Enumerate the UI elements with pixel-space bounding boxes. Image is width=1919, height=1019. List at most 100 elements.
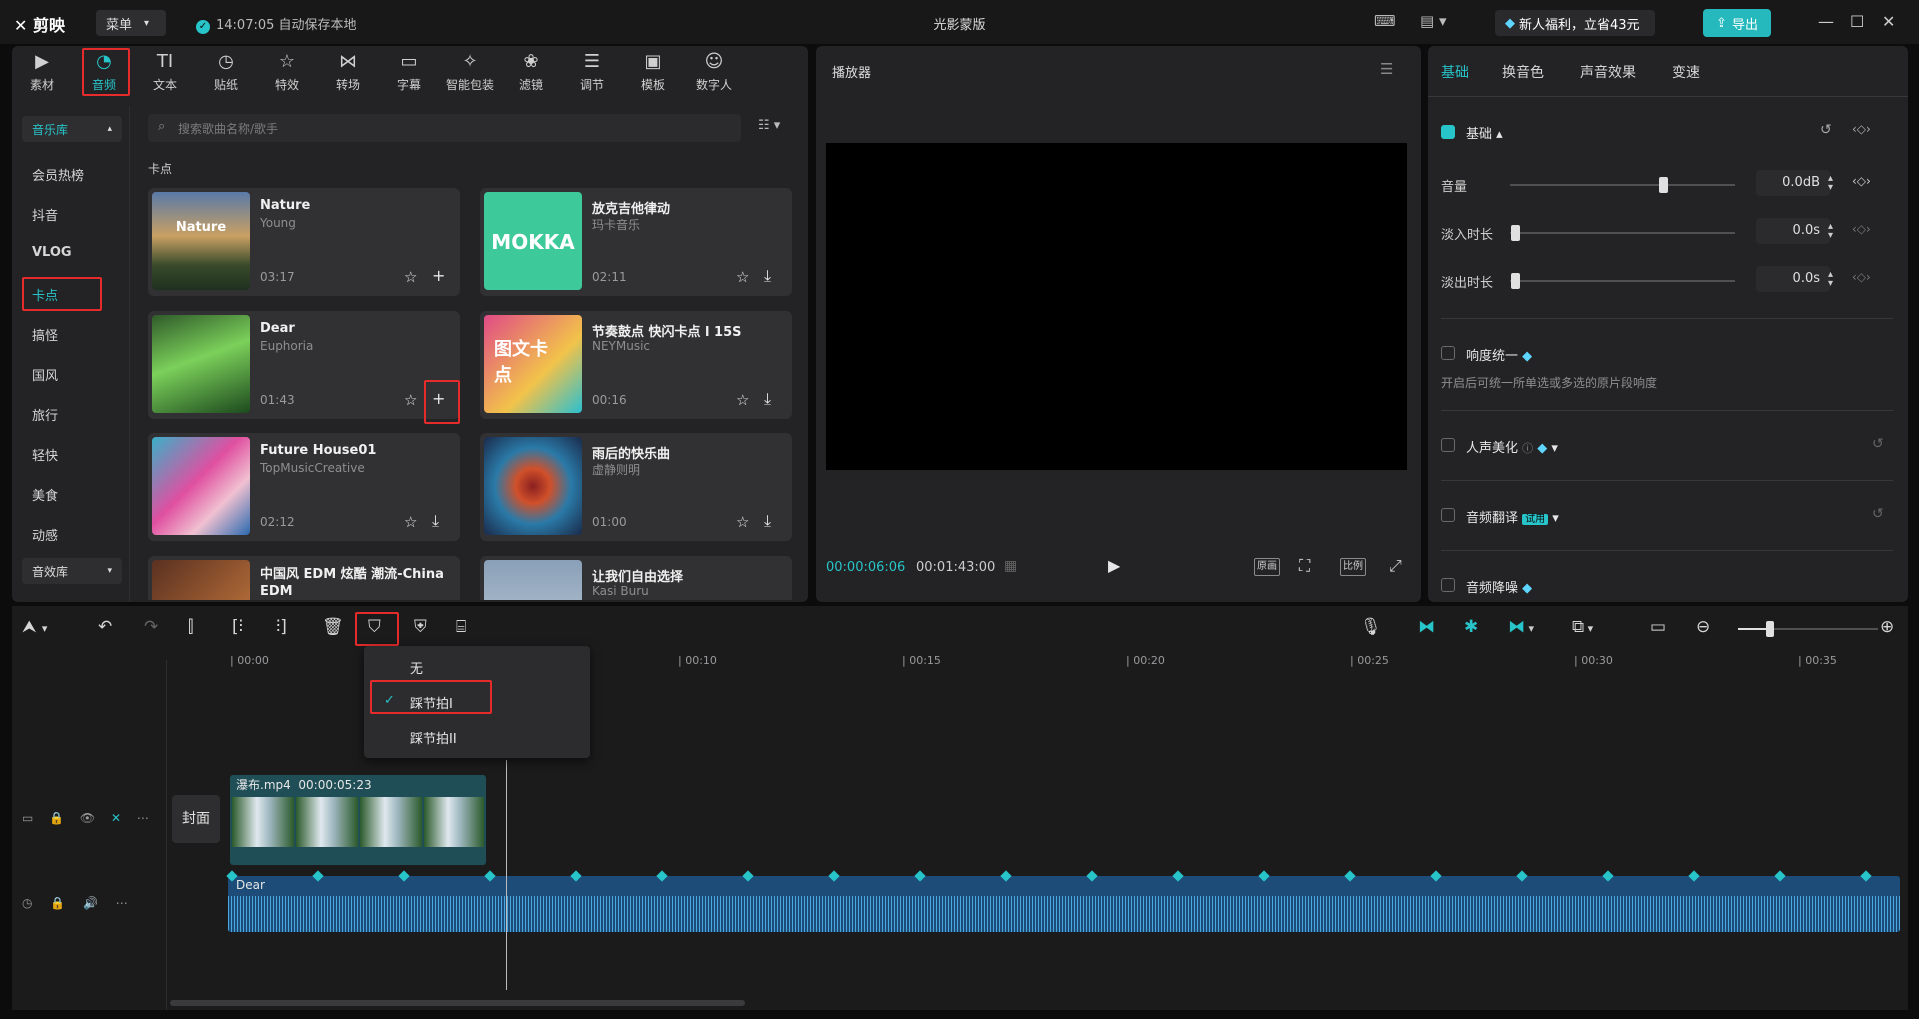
tab-speed[interactable]: 变速 — [1672, 62, 1700, 82]
download-icon[interactable]: ⤓ — [764, 266, 771, 286]
fullscreen-icon[interactable]: ⤢ — [1389, 556, 1402, 576]
tab-voice-change[interactable]: 换音色 — [1502, 62, 1544, 82]
star-icon[interactable]: ☆ — [404, 513, 417, 531]
fade-out-knob[interactable] — [1511, 273, 1520, 289]
export-button[interactable]: ⇪ 导出 — [1703, 9, 1771, 37]
thumbnail-icon[interactable]: ▭ — [1650, 617, 1666, 637]
category-douyin[interactable]: 抖音 — [32, 205, 58, 224]
keyframe-icon[interactable]: ‹◇› — [1852, 222, 1871, 236]
category-chinese-style[interactable]: 国风 — [32, 365, 58, 384]
tab-text[interactable]: TI 文本 — [135, 50, 195, 98]
zoom-in-icon[interactable]: ⊕ — [1880, 617, 1894, 637]
tab-sound-effects[interactable]: 声音效果 — [1580, 62, 1636, 82]
horizontal-scrollbar[interactable] — [170, 1000, 745, 1006]
fade-out-stepper[interactable]: ▴ ▾ — [1828, 270, 1833, 289]
keyframe-icon[interactable]: ‹◇› — [1852, 122, 1871, 136]
main-track-magnet-icon[interactable]: ⧓ — [1418, 617, 1435, 637]
filter-sort-icon[interactable]: ☷ ▾ — [758, 118, 780, 133]
reset-icon[interactable]: ↺ — [1872, 506, 1884, 522]
split-icon[interactable]: ⫿ — [188, 617, 193, 637]
loudness-checkbox[interactable] — [1441, 346, 1455, 360]
tab-sticker[interactable]: ◷ 贴纸 — [196, 50, 256, 98]
tab-media[interactable]: ▶ 素材 — [12, 50, 72, 98]
zoom-out-icon[interactable]: ⊖ — [1696, 617, 1710, 637]
add-icon[interactable]: + — [432, 266, 445, 285]
select-tool-icon[interactable]: ⮝ ▾ — [22, 617, 47, 637]
tab-adjust[interactable]: ☰ 调节 — [562, 50, 622, 98]
cover-button[interactable]: 封面 — [172, 795, 220, 843]
category-dynamic[interactable]: 动感 — [32, 525, 58, 544]
basic-checkbox[interactable] — [1441, 125, 1455, 139]
caption-edit-icon[interactable]: ⌸ — [456, 617, 466, 637]
fade-in-slider[interactable] — [1510, 232, 1735, 234]
timeline-grid-icon[interactable]: ▦ — [1004, 558, 1017, 574]
aspect-ratio-button[interactable]: 比例 — [1340, 558, 1366, 576]
fade-in-stepper[interactable]: ▴ ▾ — [1828, 222, 1833, 241]
tab-subtitle[interactable]: ▭ 字幕 — [379, 50, 439, 98]
auto-snap-icon[interactable]: ✱ — [1464, 617, 1478, 637]
star-icon[interactable]: ☆ — [736, 513, 749, 531]
download-icon[interactable]: ⤓ — [432, 511, 439, 531]
fade-in-knob[interactable] — [1511, 225, 1520, 241]
keyboard-icon[interactable]: ⌨ — [1374, 12, 1396, 30]
song-card[interactable]: 中国风 EDM 炫酷 潮流-China EDM — [148, 556, 460, 600]
category-funny[interactable]: 搞怪 — [32, 325, 58, 344]
volume-stepper[interactable]: ▴ ▾ — [1828, 174, 1833, 193]
fade-in-field[interactable]: 0.0s — [1756, 218, 1830, 244]
microphone-icon[interactable]: 🎙 — [1360, 617, 1382, 637]
sfx-library-button[interactable]: 音效库 ▾ — [22, 558, 122, 584]
fade-out-field[interactable]: 0.0s — [1756, 266, 1830, 292]
zoom-fit-icon[interactable]: ⛶ — [1299, 556, 1310, 576]
beat-option-none[interactable]: 无 — [410, 658, 423, 677]
split-left-icon[interactable]: [⫶ — [232, 617, 243, 637]
volume-slider[interactable] — [1510, 184, 1735, 186]
player-menu-icon[interactable]: ☰ — [1380, 60, 1393, 78]
song-card[interactable]: 让我们自由选择 Kasi Buru — [480, 556, 792, 600]
play-icon[interactable]: ▶ — [1108, 556, 1120, 575]
reset-icon[interactable]: ↺ — [1820, 122, 1832, 138]
linkage-icon[interactable]: ⧓ ▾ — [1508, 617, 1534, 637]
preview-axis-icon[interactable]: ⧉ ▾ — [1572, 617, 1593, 637]
star-icon[interactable]: ☆ — [404, 391, 417, 409]
tab-filter[interactable]: ❀ 滤镜 — [501, 50, 561, 98]
redo-icon[interactable]: ↷ — [144, 617, 158, 637]
tab-digital-human[interactable]: ☺ 数字人 — [684, 50, 744, 98]
tab-basic[interactable]: 基础 — [1441, 62, 1469, 82]
translate-checkbox[interactable] — [1441, 508, 1455, 522]
denoise-checkbox[interactable] — [1441, 578, 1455, 592]
music-library-button[interactable]: 音乐库 ▴ — [22, 116, 122, 142]
menu-button[interactable]: 菜单 ▾ — [96, 10, 166, 36]
keyframe-icon[interactable]: ‹◇› — [1852, 174, 1871, 188]
category-vlog[interactable]: VLOG — [32, 245, 72, 260]
song-card[interactable]: Nature Nature Young 03:17 ☆ + — [148, 188, 460, 296]
song-card[interactable]: 图文卡点 节奏鼓点 快闪卡点 l 15S NEYMusic 00:16 ☆ ⤓ — [480, 311, 792, 419]
tab-effects[interactable]: ☆ 特效 — [257, 50, 317, 98]
close-icon[interactable]: ✕ — [1882, 12, 1895, 31]
fade-out-slider[interactable] — [1510, 280, 1735, 282]
keyframe-icon[interactable]: ‹◇› — [1852, 270, 1871, 284]
audio-clip[interactable]: Dear — [228, 876, 1900, 932]
split-right-icon[interactable]: ⫶] — [276, 617, 287, 637]
layout-icon[interactable]: ▤ ▾ — [1420, 12, 1446, 30]
volume-knob[interactable] — [1659, 177, 1668, 193]
beat-option-2[interactable]: 踩节拍II — [410, 728, 457, 747]
tab-smart-pack[interactable]: ✧ 智能包装 — [440, 50, 500, 98]
maximize-icon[interactable]: ☐ — [1850, 12, 1864, 31]
tab-transition[interactable]: ⋈ 转场 — [318, 50, 378, 98]
delete-icon[interactable]: 🗑 — [322, 617, 344, 637]
volume-field[interactable]: 0.0dB — [1756, 170, 1830, 196]
song-card[interactable]: Future House01 TopMusicCreative 02:12 ☆ … — [148, 433, 460, 541]
star-icon[interactable]: ☆ — [736, 268, 749, 286]
minimize-icon[interactable]: — — [1818, 12, 1834, 31]
search-input[interactable]: ⌕ 搜索歌曲名称/歌手 — [148, 114, 741, 142]
reset-icon[interactable]: ↺ — [1872, 436, 1884, 452]
tab-template[interactable]: ▣ 模板 — [623, 50, 683, 98]
category-travel[interactable]: 旅行 — [32, 405, 58, 424]
category-light[interactable]: 轻快 — [32, 445, 58, 464]
category-food[interactable]: 美食 — [32, 485, 58, 504]
promo-button[interactable]: ◆ 新人福利，立省43元 — [1495, 10, 1655, 36]
star-icon[interactable]: ☆ — [404, 268, 417, 286]
category-vip-hot[interactable]: 会员热榜 — [32, 165, 84, 184]
original-quality-button[interactable]: 原画 — [1254, 558, 1280, 576]
playhead[interactable] — [506, 760, 507, 990]
